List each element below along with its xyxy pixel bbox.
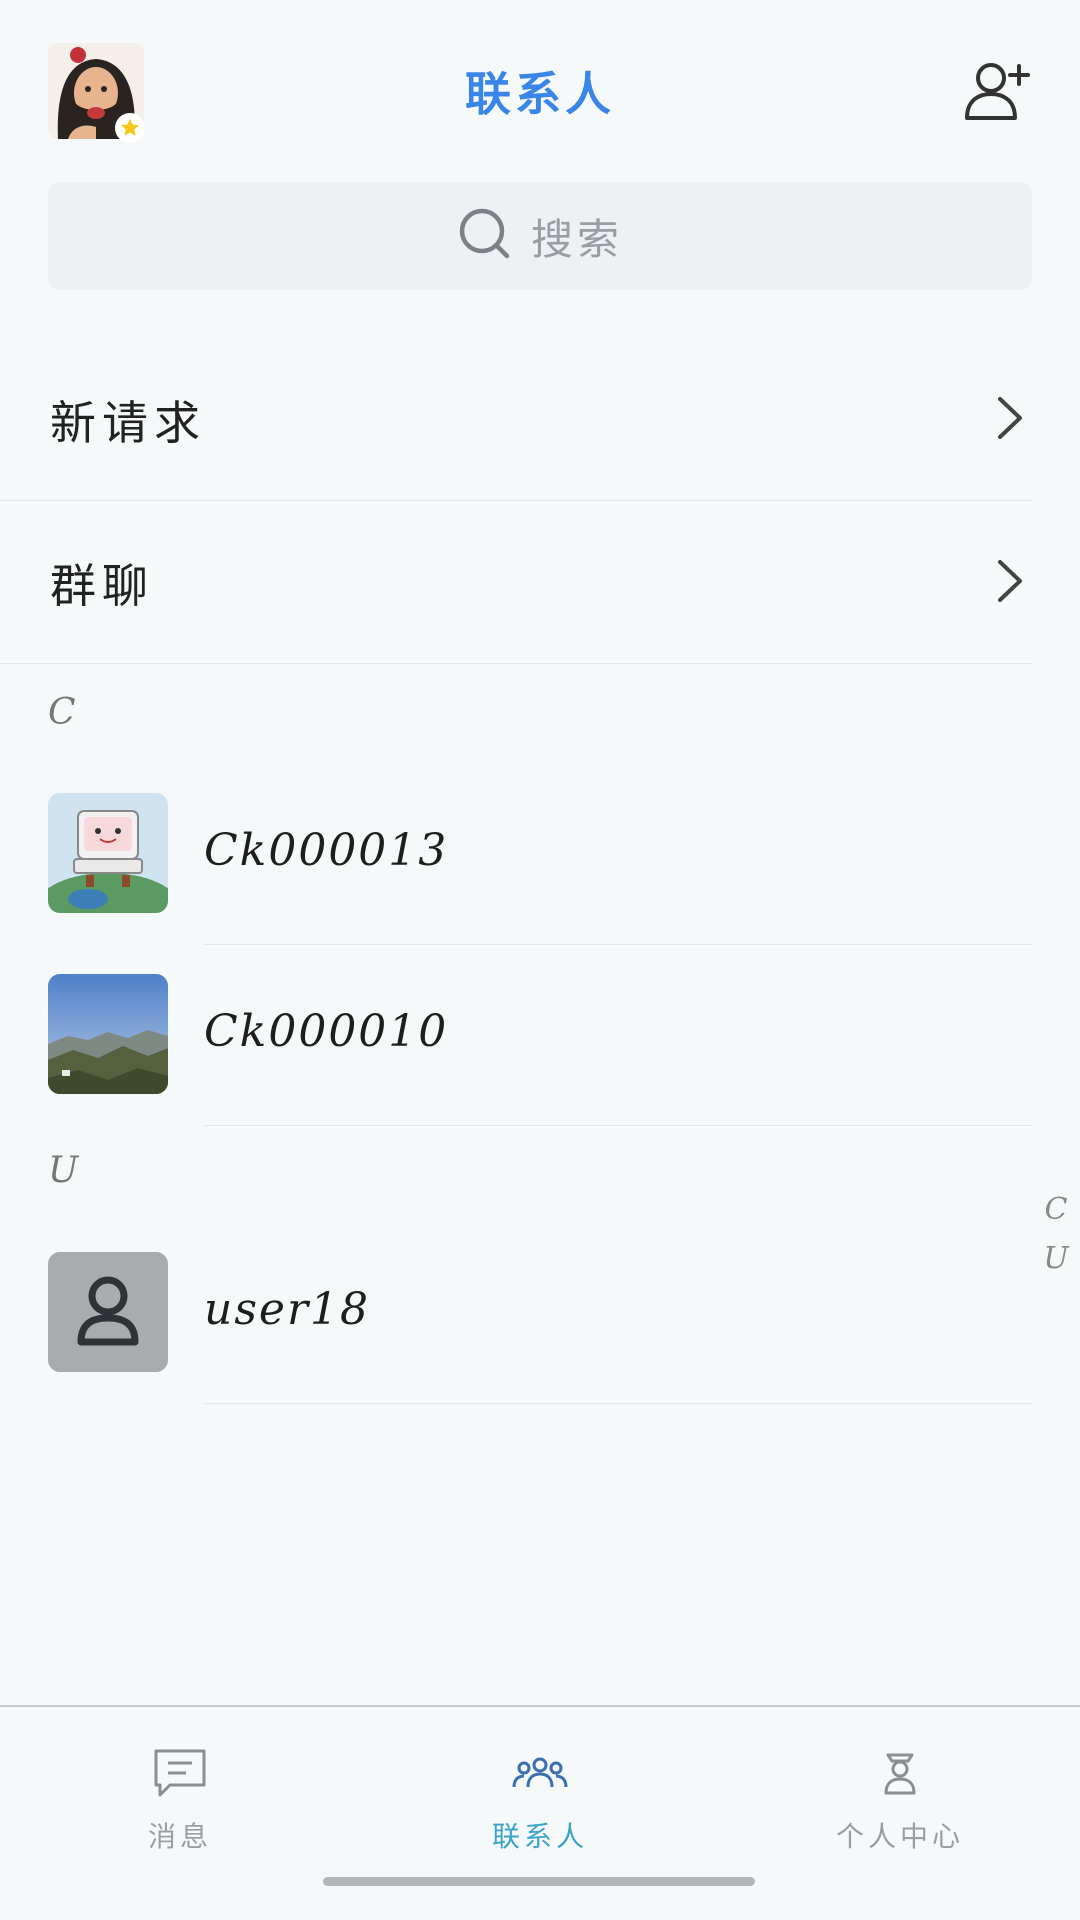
tab-label: 消息 bbox=[147, 1820, 212, 1853]
contact-row[interactable]: Ck000010 bbox=[0, 944, 1080, 1124]
contact-row[interactable]: Ck000013 bbox=[0, 763, 1080, 943]
chevron-right-icon bbox=[994, 558, 1024, 608]
contact-name: Ck000013 bbox=[204, 825, 449, 876]
divider bbox=[204, 1403, 1032, 1404]
section-header-c: C bbox=[48, 692, 76, 733]
tab-label: 联系人 bbox=[491, 1820, 588, 1853]
message-icon bbox=[152, 1743, 208, 1803]
contact-row[interactable]: user18 bbox=[0, 1222, 1080, 1402]
tab-messages[interactable]: 消息 bbox=[60, 1707, 300, 1857]
header: 联系人 bbox=[0, 0, 1080, 180]
home-indicator bbox=[323, 1877, 755, 1886]
page-title: 联系人 bbox=[465, 67, 615, 121]
tab-profile[interactable]: 个人中心 bbox=[780, 1707, 1020, 1857]
search-placeholder: 搜索 bbox=[530, 214, 623, 264]
menu-label: 群聊 bbox=[50, 558, 154, 613]
contact-name: Ck000010 bbox=[204, 1006, 449, 1057]
index-letter-u[interactable]: U bbox=[1043, 1241, 1068, 1276]
index-letter-c[interactable]: C bbox=[1045, 1192, 1068, 1227]
contact-name: user18 bbox=[204, 1284, 370, 1335]
menu-label: 新请求 bbox=[50, 395, 206, 450]
tab-bar: 消息 联系人 个人中心 bbox=[0, 1705, 1080, 1920]
new-requests-row[interactable]: 新请求 bbox=[0, 339, 1032, 501]
chevron-right-icon bbox=[994, 395, 1024, 445]
section-header-u: U bbox=[48, 1150, 79, 1191]
contacts-icon bbox=[512, 1743, 568, 1803]
search-icon bbox=[457, 206, 513, 266]
contact-avatar bbox=[48, 974, 168, 1094]
divider bbox=[204, 1125, 1032, 1126]
add-person-icon[interactable] bbox=[963, 58, 1033, 124]
group-chats-row[interactable]: 群聊 bbox=[0, 502, 1032, 664]
tab-label: 个人中心 bbox=[835, 1820, 964, 1853]
search-input[interactable]: 搜索 bbox=[48, 182, 1032, 290]
tab-contacts[interactable]: 联系人 bbox=[420, 1707, 660, 1857]
alphabet-index[interactable]: C U bbox=[1040, 1192, 1072, 1276]
contact-avatar bbox=[48, 793, 168, 913]
profile-icon bbox=[880, 1743, 920, 1803]
default-avatar-icon bbox=[48, 1252, 168, 1372]
